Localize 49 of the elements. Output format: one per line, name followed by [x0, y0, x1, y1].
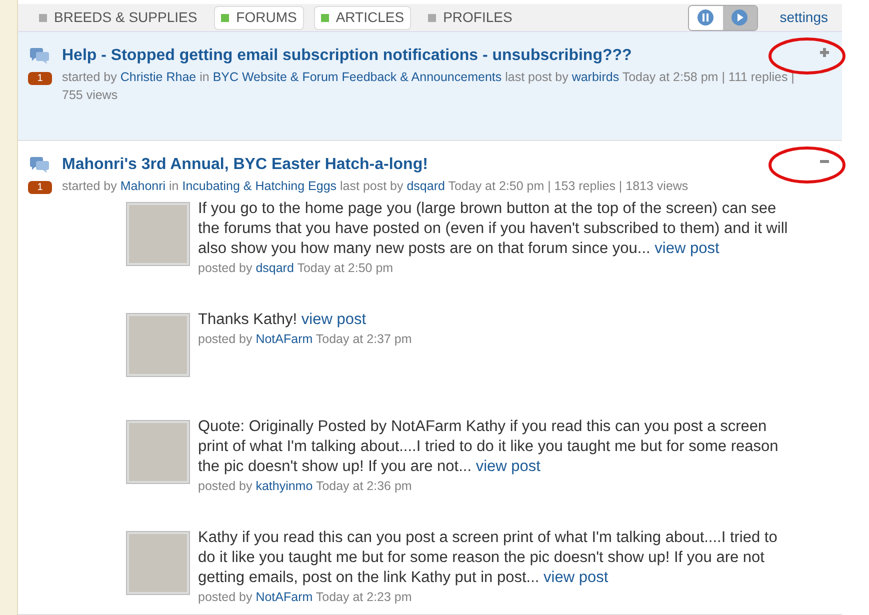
- post-byline: posted by NotAFarm Today at 2:23 pm: [198, 589, 413, 606]
- thread-meta: started by Mahonri in Incubating & Hatching Eggs last post by dsqard Today at 2:50 pm | 153 replies | 1813 views: [62, 178, 690, 195]
- status-square-icon: [428, 14, 436, 22]
- status-square-icon: [39, 14, 47, 22]
- avatar-photo-placeholder: [126, 313, 190, 377]
- thread-title-link[interactable]: Mahonri's 3rd Annual, BYC Easter Hatch-a-long!: [62, 156, 428, 173]
- avatar-photo-placeholder: [126, 420, 190, 484]
- filter-tab[interactable]: FORUMS: [214, 6, 304, 30]
- play-icon: [731, 9, 748, 26]
- filter-tab[interactable]: PROFILES: [421, 6, 520, 30]
- view-post-link[interactable]: view post: [476, 458, 540, 475]
- chat-bubbles-icon: [30, 48, 50, 64]
- author-link[interactable]: NotAFarm: [256, 590, 313, 604]
- thread-title-link[interactable]: Help - Stopped getting email subscription notifications - unsubscribing???: [62, 47, 632, 64]
- post-excerpt: If you go to the home page you (large brown button at the top of the screen) can see the forums that you have posted on (even if you haven't subscribed to them) and it will also show you how many new posts are on that forum since you... view post: [198, 199, 789, 259]
- post-byline: posted by NotAFarm Today at 2:37 pm: [198, 331, 413, 348]
- avatar-photo-placeholder: [126, 202, 190, 266]
- pause-icon: [697, 9, 714, 26]
- meta-link[interactable]: Mahonri: [120, 179, 166, 193]
- meta-link[interactable]: Incubating & Hatching Eggs: [182, 179, 337, 193]
- author-link[interactable]: dsqard: [256, 261, 294, 275]
- meta-link[interactable]: Christie Rhae: [120, 70, 196, 84]
- status-square-icon: [320, 14, 329, 22]
- plus-icon: [820, 48, 828, 56]
- view-post-link[interactable]: view post: [654, 240, 720, 257]
- status-square-icon: [221, 14, 230, 22]
- chat-bubbles-icon: [30, 157, 50, 173]
- view-post-link[interactable]: view post: [301, 311, 366, 328]
- avatar-photo-placeholder: [126, 531, 190, 595]
- author-link[interactable]: NotAFarm: [256, 332, 313, 346]
- meta-link[interactable]: warbirds: [572, 70, 620, 84]
- filter-tab[interactable]: BREEDS & SUPPLIES: [32, 6, 204, 30]
- minus-icon: [820, 160, 828, 162]
- meta-link[interactable]: dsqard: [406, 179, 445, 193]
- play-button[interactable]: [722, 6, 757, 30]
- post-byline: posted by dsqard Today at 2:50 pm: [198, 260, 394, 277]
- view-post-link[interactable]: view post: [544, 569, 608, 586]
- settings-link[interactable]: settings: [780, 7, 828, 28]
- filter-tab[interactable]: ARTICLES: [314, 6, 412, 30]
- post-excerpt: Thanks Kathy! view post: [198, 310, 368, 330]
- post-byline: posted by kathyinmo Today at 2:36 pm: [198, 478, 413, 495]
- post-excerpt: Kathy if you read this can you post a screen print of what I'm talking about....I tried to do it like you taught me but for some reason the pic doesn't show up! If you are not getting emails, post on the link Kathy put in post... view post: [198, 528, 778, 588]
- post-excerpt: Quote: Originally Posted by NotAFarm Kathy if you read this can you post a screen print of what I'm talking about....I tried to do it like you taught me but for some reason the pic doesn't show up! If you are not... view post: [198, 417, 780, 477]
- pause-button[interactable]: [688, 6, 723, 30]
- unread-count-badge: 1: [28, 181, 52, 194]
- author-link[interactable]: kathyinmo: [256, 479, 313, 493]
- meta-link[interactable]: BYC Website & Forum Feedback & Announcements: [212, 70, 502, 84]
- unread-count-badge: 1: [28, 72, 52, 85]
- expand-button[interactable]: [818, 46, 830, 58]
